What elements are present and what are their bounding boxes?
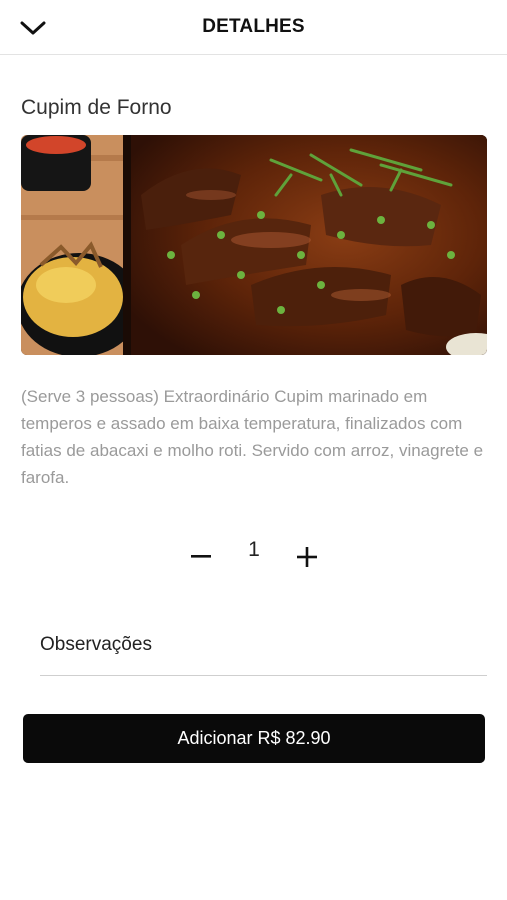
add-button-label: Adicionar <box>177 728 253 748</box>
notes-input[interactable] <box>40 626 487 664</box>
quantity-decrease-button[interactable] <box>186 540 216 574</box>
quantity-increase-button[interactable] <box>292 540 322 574</box>
header-bar: DETALHES <box>0 0 507 55</box>
notes-field-container <box>40 626 487 676</box>
quantity-value: 1 <box>248 538 260 561</box>
plus-icon <box>297 547 317 567</box>
product-description: (Serve 3 pessoas) Extraordinário Cupim m… <box>21 387 484 487</box>
add-to-cart-button[interactable]: Adicionar R$ 82.90 <box>23 714 485 763</box>
add-button-price: R$ 82.90 <box>257 728 331 748</box>
product-photo <box>21 135 487 355</box>
product-name: Cupim de Forno <box>21 96 172 119</box>
page-title: DETALHES <box>202 16 305 37</box>
minus-icon <box>191 555 211 558</box>
